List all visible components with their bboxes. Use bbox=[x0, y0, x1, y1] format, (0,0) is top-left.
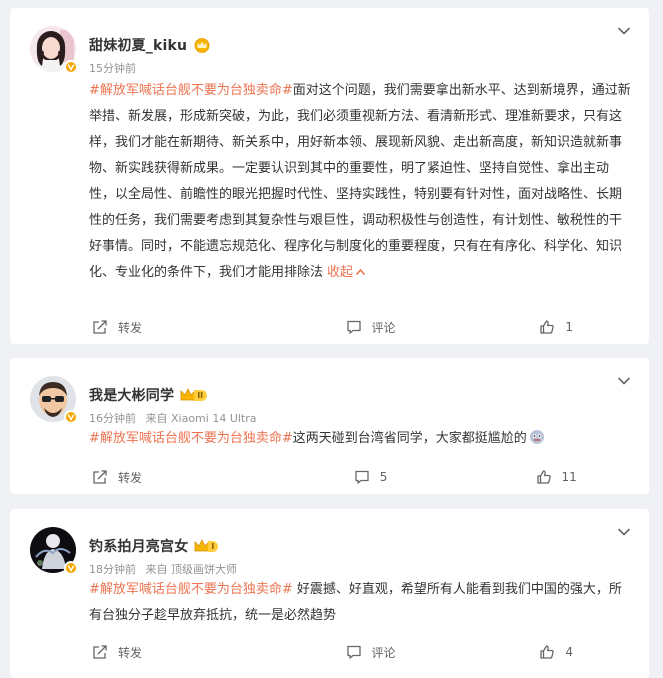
comment-button[interactable]: 5 bbox=[278, 464, 464, 490]
comment-label: 评论 bbox=[371, 645, 396, 660]
hashtag-link[interactable]: #解放军喊话台舰不要为台独卖命# bbox=[89, 431, 293, 446]
post-text: #解放军喊话台舰不要为台独卖命#面对这个问题，我们需要拿出新水平、达到新境界，通… bbox=[89, 78, 634, 286]
post-text: #解放军喊话台舰不要为台独卖命#这两天碰到台湾省同学，大家都挺尴尬的 bbox=[89, 426, 634, 452]
member-level-badge[interactable]: I bbox=[194, 539, 219, 553]
post-time[interactable]: 15分钟前 bbox=[89, 62, 136, 75]
repost-icon bbox=[93, 320, 107, 334]
username[interactable]: 我是大彬同学 bbox=[89, 385, 174, 405]
post-time[interactable]: 16分钟前 bbox=[89, 412, 136, 425]
member-level: I bbox=[208, 540, 219, 552]
post-body: 这两天碰到台湾省同学，大家都挺尴尬的 bbox=[292, 431, 527, 446]
username[interactable]: 钓系拍月亮宫女 bbox=[89, 536, 188, 556]
post-body: 面对这个问题，我们需要拿出新水平、达到新境界，通过新举措、新发展，形成新突破，为… bbox=[89, 83, 631, 280]
post-time[interactable]: 18分钟前 bbox=[89, 563, 136, 576]
thumbs-up-icon bbox=[540, 645, 555, 659]
crown-icon[interactable] bbox=[193, 37, 211, 53]
like-button[interactable]: 11 bbox=[463, 464, 649, 490]
comment-icon bbox=[346, 645, 361, 659]
comment-button[interactable]: 评论 bbox=[278, 639, 464, 665]
hashtag-link[interactable]: #解放军喊话台舰不要为台独卖命# bbox=[89, 582, 293, 597]
repost-label: 转发 bbox=[118, 320, 143, 335]
post-card: 我是大彬同学 II 16分钟前 来自 Xiaomi 14 Ultra #解放军喊… bbox=[10, 358, 649, 494]
post-text: #解放军喊话台舰不要为台独卖命# 好震撼、好直观，希望所有人能看到我们中国的强大… bbox=[89, 577, 634, 629]
avatar[interactable] bbox=[30, 26, 78, 74]
post-source: 来自 Xiaomi 14 Ultra bbox=[145, 412, 257, 425]
author-row: 我是大彬同学 II bbox=[89, 385, 208, 405]
post-meta: 18分钟前 来自 顶级画饼大师 bbox=[89, 561, 243, 577]
repost-button[interactable]: 转发 bbox=[10, 314, 278, 340]
verified-badge-icon bbox=[64, 60, 78, 74]
comment-count: 5 bbox=[379, 470, 388, 484]
like-button[interactable]: 1 bbox=[463, 314, 649, 340]
chevron-up-icon bbox=[355, 268, 366, 275]
post-card: 甜妹初夏_kiku 15分钟前 #解放军喊话台舰不要为台独卖命#面对这个问题，我… bbox=[10, 8, 649, 344]
comment-label: 评论 bbox=[371, 320, 396, 335]
action-bar: 转发 5 11 bbox=[10, 464, 649, 490]
comment-icon bbox=[346, 320, 361, 334]
awkward-emoji-icon bbox=[529, 430, 544, 444]
verified-badge-icon bbox=[64, 561, 78, 575]
like-count: 1 bbox=[565, 320, 573, 334]
repost-button[interactable]: 转发 bbox=[10, 639, 278, 665]
comment-button[interactable]: 评论 bbox=[278, 314, 464, 340]
repost-button[interactable]: 转发 bbox=[10, 464, 278, 490]
avatar[interactable] bbox=[30, 527, 78, 575]
collapse-link[interactable]: 收起 bbox=[327, 265, 366, 280]
comment-icon bbox=[355, 470, 369, 484]
avatar[interactable] bbox=[30, 376, 78, 424]
username[interactable]: 甜妹初夏_kiku bbox=[89, 35, 187, 55]
post-card: 钓系拍月亮宫女 I 18分钟前 来自 顶级画饼大师 #解放军喊话台舰不要为台独卖… bbox=[10, 509, 649, 678]
post-meta: 16分钟前 来自 Xiaomi 14 Ultra bbox=[89, 410, 263, 426]
action-bar: 转发 评论 4 bbox=[10, 639, 649, 665]
post-meta: 15分钟前 bbox=[89, 60, 142, 76]
thumbs-up-icon bbox=[536, 470, 551, 484]
chevron-down-icon[interactable] bbox=[617, 24, 631, 38]
hashtag-link[interactable]: #解放军喊话台舰不要为台独卖命# bbox=[89, 83, 293, 98]
repost-label: 转发 bbox=[118, 470, 143, 485]
chevron-down-icon[interactable] bbox=[617, 374, 631, 388]
member-level-badge[interactable]: II bbox=[180, 388, 208, 402]
repost-icon bbox=[93, 645, 107, 659]
author-row: 钓系拍月亮宫女 I bbox=[89, 536, 219, 556]
member-level: II bbox=[194, 389, 208, 401]
like-count: 4 bbox=[565, 645, 573, 659]
repost-label: 转发 bbox=[118, 645, 143, 660]
repost-icon bbox=[93, 470, 107, 484]
post-source: 来自 顶级画饼大师 bbox=[145, 563, 238, 576]
author-row: 甜妹初夏_kiku bbox=[89, 35, 211, 55]
like-button[interactable]: 4 bbox=[463, 639, 649, 665]
like-count: 11 bbox=[561, 470, 577, 484]
thumbs-up-icon bbox=[540, 320, 555, 334]
verified-badge-icon bbox=[64, 410, 78, 424]
chevron-down-icon[interactable] bbox=[617, 525, 631, 539]
action-bar: 转发 评论 1 bbox=[10, 314, 649, 340]
collapse-label: 收起 bbox=[327, 265, 354, 280]
